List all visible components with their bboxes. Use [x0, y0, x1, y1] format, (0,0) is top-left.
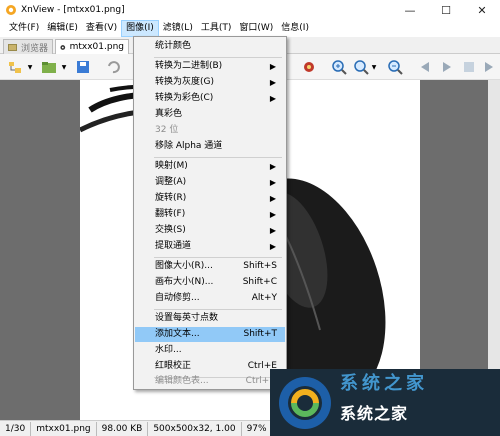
- submenu-arrow-icon: ▶: [269, 94, 276, 103]
- menu-file[interactable]: 文件(F): [5, 20, 43, 37]
- zoom-out-button[interactable]: [386, 58, 404, 76]
- menu-item-convert-color[interactable]: 转换为彩色(C) ▶: [135, 91, 285, 106]
- chevron-down-icon: ▼: [27, 63, 33, 71]
- submenu-arrow-icon: ▶: [269, 178, 276, 187]
- submenu-arrow-icon: ▶: [269, 242, 276, 251]
- menu-item-extract-channel[interactable]: 提取通道 ▶: [135, 239, 285, 254]
- arrow-right-icon: [443, 62, 451, 72]
- previous-button[interactable]: [416, 58, 434, 76]
- menu-item-edit-color-table: 编辑颜色表... Ctrl+M: [155, 376, 277, 386]
- menu-item-set-dpi[interactable]: 设置每英寸点数: [135, 311, 285, 326]
- menu-view[interactable]: 查看(V): [82, 20, 121, 37]
- image-file-icon: [60, 44, 66, 50]
- close-button[interactable]: ✕: [464, 0, 500, 20]
- status-filesize: 98.00 KB: [97, 421, 149, 436]
- window-title: XnView - [mtxx01.png]: [21, 5, 125, 15]
- zoom-in-button[interactable]: [330, 58, 348, 76]
- undo-button[interactable]: [104, 58, 122, 76]
- last-page-icon: [485, 62, 493, 72]
- status-dimensions: 500x500x32, 1.00: [148, 421, 242, 436]
- menu-item-image-size[interactable]: 图像大小(R)... Shift+S: [135, 259, 285, 274]
- status-index: 1/30: [0, 421, 32, 436]
- status-filename: mtxx01.png: [31, 421, 97, 436]
- watermark-logo: [279, 377, 331, 429]
- folder-tree-icon: [9, 62, 21, 73]
- zoom-dropdown[interactable]: ▼: [370, 58, 378, 76]
- menu-item-add-text[interactable]: 添加文本... Shift+T: [135, 327, 285, 342]
- menu-item-red-eye[interactable]: 红眼校正 Ctrl+E: [135, 359, 285, 374]
- tab-mtxx01[interactable]: mtxx01.png: [55, 39, 129, 54]
- submenu-arrow-icon: ▶: [269, 210, 276, 219]
- first-button[interactable]: [460, 58, 478, 76]
- menu-item-remove-alpha[interactable]: 移除 Alpha 通道: [135, 139, 285, 154]
- browse-dropdown[interactable]: ▼: [26, 58, 34, 76]
- undo-icon: [108, 61, 120, 74]
- menu-item-rotate[interactable]: 旋转(R) ▶: [135, 191, 285, 206]
- menu-item-watermark[interactable]: 水印...: [135, 343, 285, 358]
- menu-item-32bit: 32 位: [155, 125, 179, 135]
- toolbar-icon-1[interactable]: [300, 58, 318, 76]
- menu-bar: 文件(F) 编辑(E) 查看(V) 图像(I) 滤镜(L) 工具(T) 窗口(W…: [0, 20, 500, 37]
- open-button[interactable]: [40, 58, 58, 76]
- tab-browser-label: 浏览器: [21, 43, 49, 54]
- menu-item-convert-binary[interactable]: 转换为二进制(B) ▶: [135, 59, 285, 74]
- zoom-button[interactable]: [352, 58, 370, 76]
- menu-tools[interactable]: 工具(T): [197, 20, 236, 37]
- menu-item-swap[interactable]: 交换(S) ▶: [135, 223, 285, 238]
- menu-item-count-colors[interactable]: 统计颜色: [135, 39, 285, 54]
- save-icon: [77, 61, 89, 73]
- submenu-arrow-icon: ▶: [269, 62, 276, 71]
- submenu-arrow-icon: ▶: [269, 226, 276, 235]
- menu-window[interactable]: 窗口(W): [235, 20, 277, 37]
- open-dropdown[interactable]: ▼: [60, 58, 68, 76]
- menu-item-convert-grayscale[interactable]: 转换为灰度(G) ▶: [135, 75, 285, 90]
- menu-info[interactable]: 信息(I): [277, 20, 313, 37]
- menu-image[interactable]: 图像(I): [121, 20, 159, 37]
- open-folder-icon: [42, 62, 56, 73]
- browse-button[interactable]: [6, 58, 24, 76]
- menu-item-adjust[interactable]: 调整(A) ▶: [135, 175, 285, 190]
- zoom-in-icon: [332, 60, 347, 75]
- menu-item-canvas-size[interactable]: 画布大小(N)... Shift+C: [135, 275, 285, 290]
- image-menu-dropdown: 统计颜色 转换为二进制(B) ▶ 转换为灰度(G) ▶ 转换为彩色(C) ▶ 真彩色 …: [133, 36, 287, 390]
- last-button[interactable]: [480, 58, 498, 76]
- chevron-down-icon: ▼: [61, 63, 67, 71]
- save-button[interactable]: [74, 58, 92, 76]
- submenu-arrow-icon: ▶: [269, 162, 276, 171]
- menu-item-true-color[interactable]: 真彩色: [135, 107, 285, 122]
- menu-item-auto-crop[interactable]: 自动修剪... Alt+Y: [135, 291, 285, 306]
- watermark-text: 系统之家: [340, 404, 409, 423]
- arrow-left-icon: [421, 62, 429, 72]
- status-zoom: 97%: [242, 421, 273, 436]
- tab-mtxx01-label: mtxx01.png: [69, 42, 124, 52]
- submenu-arrow-icon: ▶: [269, 78, 276, 87]
- menu-edit[interactable]: 编辑(E): [43, 20, 82, 37]
- title-bar: XnView - [mtxx01.png] — ☐ ✕: [0, 0, 500, 20]
- menu-filter[interactable]: 滤镜(L): [159, 20, 197, 37]
- zoom-icon: [354, 60, 369, 75]
- site-watermark: 系统之家 系统之家: [270, 369, 500, 436]
- zoom-out-icon: [388, 60, 403, 75]
- submenu-arrow-icon: ▶: [269, 194, 276, 203]
- next-button[interactable]: [438, 58, 456, 76]
- first-page-icon: [464, 62, 474, 72]
- minimize-button[interactable]: —: [392, 0, 428, 20]
- maximize-button[interactable]: ☐: [428, 0, 464, 20]
- menu-item-map[interactable]: 映射(M) ▶: [135, 159, 285, 174]
- flower-icon: [304, 62, 314, 72]
- tab-browser[interactable]: 浏览器: [3, 39, 53, 54]
- watermark-top-text: 系统之家: [340, 373, 428, 394]
- menu-item-flip[interactable]: 翻转(F) ▶: [135, 207, 285, 222]
- chevron-down-icon: ▼: [371, 63, 377, 71]
- xnview-logo-icon: [6, 5, 16, 15]
- browser-icon: [8, 43, 17, 51]
